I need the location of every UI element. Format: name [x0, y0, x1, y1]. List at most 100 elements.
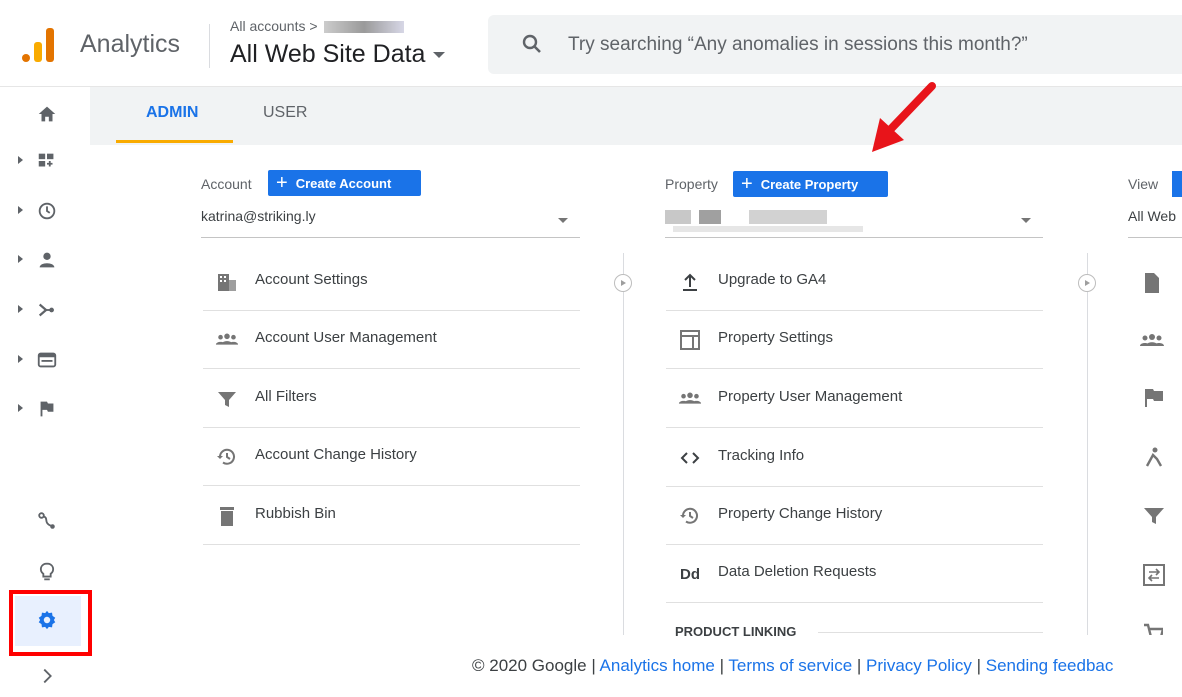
create-property-label: Create Property [760, 176, 859, 192]
footer-link-feedback[interactable]: Sending feedbac [986, 656, 1114, 675]
redacted-account-name [323, 21, 404, 34]
property-select[interactable] [665, 208, 1043, 238]
menu-account-change-history[interactable]: Account Change History [203, 428, 580, 486]
menu-rubbish-bin[interactable]: Rubbish Bin [203, 487, 580, 545]
redacted-property [673, 226, 863, 232]
menu-label: Account User Management [255, 329, 437, 346]
nav-behavior[interactable] [14, 341, 80, 381]
cart-icon[interactable] [1143, 623, 1163, 635]
menu-account-user-management[interactable]: Account User Management [203, 311, 580, 369]
attribution-icon [38, 512, 55, 529]
menu-label: Property User Management [718, 388, 903, 405]
header-divider [209, 24, 210, 68]
active-tab-indicator [116, 140, 233, 143]
menu-property-settings[interactable]: Property Settings [666, 311, 1043, 369]
nav-discover[interactable] [14, 553, 80, 593]
account-selected-value: katrina@striking.ly [201, 208, 316, 224]
tabs-bar [90, 87, 1182, 145]
breadcrumb-text: All accounts > [230, 18, 318, 34]
channel-settings-icon[interactable] [1143, 564, 1165, 591]
expand-arrow-icon [18, 156, 23, 164]
create-property-button[interactable]: + Create Property [733, 171, 888, 197]
redacted-property [749, 210, 827, 224]
create-account-button[interactable]: + Create Account [268, 170, 421, 196]
acquisition-icon [38, 303, 54, 317]
nav-customization[interactable] [14, 142, 80, 182]
menu-tracking-info[interactable]: Tracking Info [666, 429, 1043, 487]
document-icon[interactable] [1142, 272, 1162, 299]
account-select[interactable]: katrina@striking.ly [201, 208, 580, 238]
history-icon [215, 445, 239, 469]
expand-arrow-icon [18, 255, 23, 263]
menu-all-filters[interactable]: All Filters [203, 370, 580, 428]
nav-attribution[interactable] [14, 502, 80, 542]
footer-link-privacy[interactable]: Privacy Policy [866, 656, 972, 675]
menu-property-user-management[interactable]: Property User Management [666, 370, 1043, 428]
caret-down-icon [433, 52, 446, 59]
annotation-arrow-icon [872, 82, 936, 152]
goal-icon[interactable] [1143, 446, 1165, 473]
plus-icon: + [741, 173, 753, 195]
person-icon [39, 252, 55, 268]
people-icon[interactable] [1139, 330, 1167, 357]
column-arrow-icon [1078, 274, 1096, 292]
menu-label: Data Deletion Requests [718, 563, 877, 580]
menu-label: Tracking Info [718, 447, 805, 464]
nav-conversions[interactable] [14, 390, 80, 430]
menu-label: All Filters [255, 388, 317, 405]
nav-acquisition[interactable] [14, 291, 80, 331]
footer: © 2020 Google | Analytics home | Terms o… [0, 650, 1182, 694]
menu-data-deletion-requests[interactable]: Dd Data Deletion Requests [666, 545, 1043, 603]
analytics-logo-icon[interactable] [22, 26, 56, 62]
section-divider [818, 632, 1043, 633]
view-title: All Web Site Data [230, 40, 426, 68]
redacted-property [665, 210, 691, 224]
dropdown-arrow-icon [1021, 218, 1031, 223]
expand-arrow-icon [18, 355, 23, 363]
admin-highlight-box [9, 590, 92, 656]
tab-admin[interactable]: ADMIN [146, 104, 198, 122]
settings-window-icon [678, 328, 702, 352]
account-label: Account [201, 176, 252, 192]
create-view-button[interactable] [1172, 171, 1182, 197]
view-selector[interactable]: All Web Site Data [230, 40, 446, 69]
tab-user[interactable]: USER [263, 104, 307, 122]
create-account-label: Create Account [295, 175, 392, 191]
upload-icon [678, 270, 702, 294]
breadcrumb[interactable]: All accounts > [230, 18, 404, 34]
view-select[interactable]: All Web [1128, 208, 1182, 238]
product-linking-header: PRODUCT LINKING [675, 624, 797, 639]
people-icon [678, 387, 702, 411]
footer-separator: | [976, 656, 982, 675]
column-divider [623, 253, 624, 635]
copyright: © 2020 Google | [472, 656, 596, 675]
footer-link-terms[interactable]: Terms of service [728, 656, 852, 675]
people-icon [215, 328, 239, 352]
footer-separator: | [719, 656, 724, 675]
expand-arrow-icon [18, 206, 23, 214]
footer-link-analytics-home[interactable]: Analytics home [600, 656, 715, 675]
redacted-property [699, 210, 721, 224]
window-icon [37, 352, 57, 368]
column-divider [1087, 253, 1088, 635]
menu-label: Property Settings [718, 329, 834, 346]
filter-icon[interactable] [1143, 505, 1165, 532]
filter-icon [215, 387, 239, 411]
nav-audience[interactable] [14, 241, 80, 281]
menu-label: Account Change History [255, 446, 417, 463]
search-icon [522, 34, 541, 53]
clock-icon [38, 202, 56, 220]
menu-property-change-history[interactable]: Property Change History [666, 487, 1043, 545]
menu-label: Property Change History [718, 505, 883, 522]
lightbulb-icon [39, 562, 55, 581]
home-icon [38, 106, 56, 122]
history-icon [678, 504, 702, 528]
menu-account-settings[interactable]: Account Settings [203, 253, 580, 311]
menu-upgrade-ga4[interactable]: Upgrade to GA4 [666, 253, 1043, 311]
flag-icon[interactable] [1143, 387, 1165, 414]
menu-label: Upgrade to GA4 [718, 271, 827, 288]
nav-home[interactable] [14, 95, 80, 135]
nav-realtime[interactable] [14, 192, 80, 232]
search-input[interactable]: Try searching “Any anomalies in sessions… [568, 34, 1028, 56]
property-label: Property [665, 176, 718, 192]
